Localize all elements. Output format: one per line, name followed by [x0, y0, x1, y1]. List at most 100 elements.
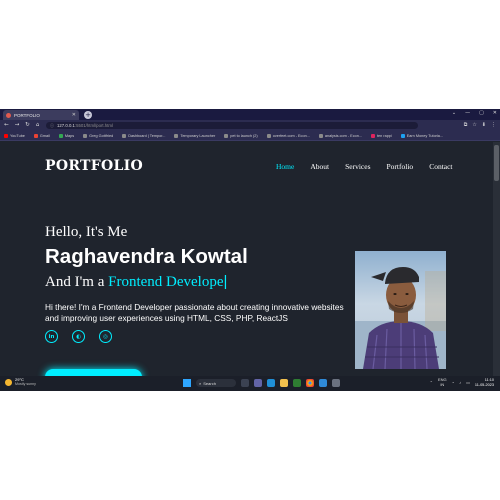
- weather-desc: Mostly sunny: [15, 382, 36, 387]
- reload-icon[interactable]: ↻: [25, 122, 30, 128]
- bookmark-favicon-icon: [266, 133, 271, 138]
- back-icon[interactable]: ←: [4, 122, 9, 128]
- bookmark-label: Gmail: [39, 133, 50, 138]
- browser-tab-portfolio[interactable]: PORTFOLIO ✕: [3, 110, 79, 120]
- bookmark-favicon-icon: [370, 133, 375, 138]
- hero-greeting: Hello, It's Me: [45, 224, 128, 240]
- bookmark-label: Earn Money Tutoria...: [406, 133, 444, 138]
- bookmark-item[interactable]: overfeet.com - Econ...: [266, 133, 310, 138]
- info-icon[interactable]: ⓘ: [50, 123, 54, 129]
- battery-icon[interactable]: ▭: [466, 380, 470, 385]
- bookmark-item[interactable]: pet to launch (2): [224, 133, 258, 138]
- bookmark-item[interactable]: analysis.com - Econ...: [318, 133, 362, 138]
- clock-date: 11-05-2023: [474, 382, 494, 387]
- wifi-icon[interactable]: ◔: [452, 380, 454, 385]
- settings-icon[interactable]: [332, 379, 340, 387]
- hero-role: And I'm a Frontend Develope|: [45, 273, 227, 291]
- typing-cursor: |: [223, 273, 228, 290]
- edge-icon[interactable]: [267, 379, 275, 387]
- forward-icon[interactable]: →: [15, 122, 20, 128]
- bookmark-item[interactable]: ten rappi: [370, 133, 392, 138]
- address-bar[interactable]: ⓘ 127.0.0.1:5501/html/port.html: [46, 122, 418, 129]
- nav-contact[interactable]: Contact: [429, 162, 452, 171]
- social-links: in ◐ ◎: [45, 330, 112, 343]
- bookmark-item[interactable]: YouTube: [4, 133, 25, 138]
- bookmarks-bar: YouTube Gmail Maps Greg Gottfried Dashboard …: [0, 131, 500, 141]
- bookmark-favicon-icon: [224, 133, 229, 138]
- menu-icon[interactable]: ⋮: [491, 122, 496, 128]
- screen: PORTFOLIO ✕ + ⌄ — ▢ ✕ ← → ↻ ⌂ ⓘ 127.0.0.…: [0, 109, 500, 391]
- browser-tabstrip: PORTFOLIO ✕ + ⌄ — ▢ ✕: [0, 109, 500, 120]
- site-logo[interactable]: PORTFOLIO: [45, 158, 143, 174]
- bookmark-item[interactable]: Dashboard | Tempor...: [122, 133, 165, 138]
- taskbar-apps: ⌕ Search: [183, 379, 340, 387]
- clock[interactable]: 11:10 11-05-2023: [475, 378, 494, 387]
- bookmark-item[interactable]: Temporary Launcher: [174, 133, 216, 138]
- bookmark-favicon-icon: [58, 133, 63, 138]
- hero-description: Hi there! I'm a Frontend Developer passi…: [45, 302, 344, 323]
- bookmark-label: analysis.com - Econ...: [324, 133, 362, 138]
- system-tray: ⌃ ENG IN ◔ ♪ ▭ 11:10 11-05-2023: [430, 377, 494, 387]
- volume-icon[interactable]: ♪: [459, 380, 461, 385]
- instagram-icon[interactable]: ◎: [99, 330, 112, 343]
- file-explorer-icon[interactable]: [280, 379, 288, 387]
- bookmark-favicon-icon: [174, 133, 179, 138]
- store-icon[interactable]: [293, 379, 301, 387]
- portfolio-page: PORTFOLIO Home About Services Portfolio …: [0, 142, 493, 376]
- windows-start-icon[interactable]: [183, 379, 191, 387]
- language-indicator[interactable]: ENG IN: [438, 377, 447, 387]
- bookmark-favicon-icon: [318, 133, 323, 138]
- nav-services[interactable]: Services: [345, 162, 370, 171]
- linkedin-icon[interactable]: in: [45, 330, 58, 343]
- download-icon[interactable]: ⬇: [482, 122, 486, 128]
- sun-icon: [5, 378, 12, 386]
- nav-portfolio[interactable]: Portfolio: [387, 162, 414, 171]
- bookmark-favicon-icon: [83, 133, 88, 138]
- maximize-icon[interactable]: ▢: [479, 110, 484, 116]
- tab-title: PORTFOLIO: [14, 112, 40, 118]
- tab-close-icon[interactable]: ✕: [72, 112, 79, 118]
- window-controls: ⌄ — ▢ ✕: [452, 110, 497, 116]
- chrome-icon[interactable]: [306, 379, 314, 387]
- browser-toolbar: ← → ↻ ⌂ ⓘ 127.0.0.1:5501/html/port.html …: [0, 120, 500, 131]
- bookmark-item[interactable]: Maps: [58, 133, 75, 138]
- bookmark-favicon-icon: [400, 133, 405, 138]
- github-icon[interactable]: ◐: [72, 330, 85, 343]
- bookmark-label: Maps: [64, 133, 75, 138]
- taskbar-search[interactable]: ⌕ Search: [196, 379, 236, 387]
- nav-home[interactable]: Home: [276, 162, 294, 171]
- bookmark-label: Greg Gottfried: [89, 133, 114, 138]
- bookmark-star-icon[interactable]: ☆: [472, 122, 476, 128]
- profile-photo-illustration: [355, 267, 446, 369]
- share-icon[interactable]: ⧉: [464, 122, 468, 128]
- bookmark-favicon-icon: [4, 133, 8, 138]
- bookmark-item[interactable]: Earn Money Tutoria...: [400, 133, 444, 138]
- windows-taskbar: 29°C Mostly sunny ⌕ Search ⌃ ENG IN ◔ ♪ ▭: [0, 376, 500, 391]
- tray-chevron-icon[interactable]: ⌃: [430, 380, 433, 385]
- bookmark-label: YouTube: [10, 133, 25, 138]
- bookmark-label: Temporary Launcher: [180, 133, 216, 138]
- tab-favicon-icon: [6, 112, 11, 118]
- bookmark-favicon-icon: [33, 133, 38, 138]
- page-scrollbar[interactable]: [493, 142, 500, 376]
- home-icon[interactable]: ⌂: [36, 122, 40, 128]
- language-region: IN: [440, 381, 445, 387]
- minimize-icon[interactable]: —: [465, 110, 470, 116]
- vscode-icon[interactable]: [319, 379, 327, 387]
- scrollbar-thumb[interactable]: [494, 145, 499, 181]
- bookmark-item[interactable]: Greg Gottfried: [83, 133, 114, 138]
- close-window-icon[interactable]: ✕: [493, 110, 497, 116]
- task-view-icon[interactable]: [241, 379, 249, 387]
- teams-icon[interactable]: [254, 379, 262, 387]
- url-text: 127.0.0.1:5501/html/port.html: [57, 123, 113, 128]
- bookmark-item[interactable]: Gmail: [33, 133, 50, 138]
- role-highlight: Frontend Develope: [108, 274, 224, 290]
- nav-about[interactable]: About: [310, 162, 329, 171]
- search-icon: ⌕: [199, 380, 202, 386]
- hero-name: Raghavendra Kowtal: [45, 245, 248, 268]
- new-tab-button[interactable]: +: [84, 111, 92, 119]
- weather-widget[interactable]: 29°C Mostly sunny: [5, 377, 36, 387]
- bookmark-label: ten rappi: [376, 133, 392, 138]
- hero-cta-button[interactable]: [45, 369, 142, 376]
- tab-search-icon[interactable]: ⌄: [452, 110, 456, 116]
